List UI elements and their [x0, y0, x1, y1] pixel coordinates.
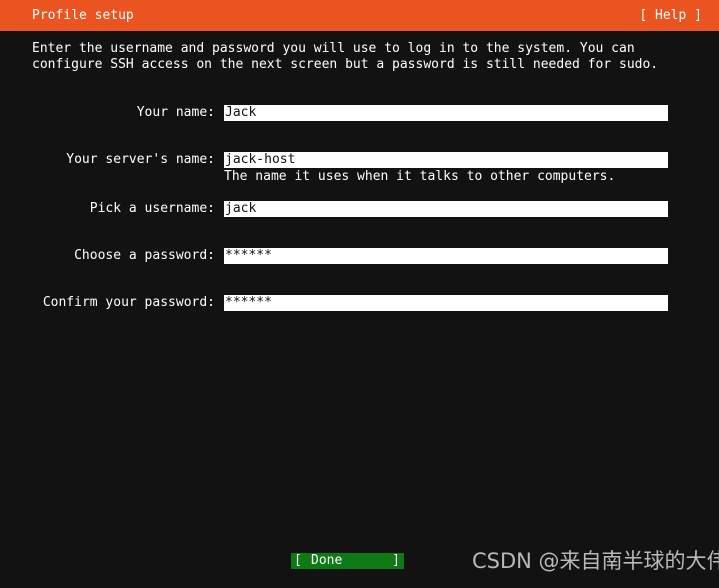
- confirm-password-value: ******: [225, 295, 272, 310]
- main-content: Enter the username and password you will…: [0, 31, 719, 588]
- server-name-value: jack-host: [225, 152, 296, 167]
- field-label-password: Choose a password:: [74, 248, 215, 263]
- password-value: ******: [225, 248, 272, 263]
- field-row-confirm-password: Confirm your password: ******: [0, 295, 719, 311]
- username-input[interactable]: jack: [224, 201, 668, 217]
- your-name-input[interactable]: Jack: [224, 105, 668, 121]
- done-bracket-right: ]: [392, 553, 400, 568]
- username-value: jack: [225, 201, 257, 216]
- done-bracket-left: [: [294, 553, 302, 568]
- field-row-your-name: Your name: Jack: [0, 105, 719, 121]
- field-row-password: Choose a password: ******: [0, 248, 719, 264]
- field-label-server-name: Your server's name:: [66, 152, 215, 167]
- done-button[interactable]: [ Done ]: [291, 553, 404, 569]
- page-title: Profile setup: [32, 8, 134, 23]
- server-name-hint: The name it uses when it talks to other …: [224, 169, 616, 184]
- field-label-username: Pick a username:: [89, 201, 215, 216]
- watermark-text: CSDN @来自南半球的大伟: [472, 549, 719, 573]
- field-row-username: Pick a username: jack: [0, 201, 719, 217]
- installer-screen: Profile setup [ Help ] Enter the usernam…: [0, 0, 719, 588]
- password-input[interactable]: ******: [224, 248, 668, 264]
- help-button[interactable]: [ Help ]: [639, 8, 702, 24]
- field-label-your-name: Your name:: [136, 105, 215, 120]
- server-name-input[interactable]: jack-host: [224, 152, 668, 168]
- confirm-password-input[interactable]: ******: [224, 295, 668, 311]
- field-label-confirm-password: Confirm your password:: [42, 295, 215, 310]
- header-bar: Profile setup [ Help ]: [0, 0, 719, 31]
- your-name-value: Jack: [225, 105, 257, 120]
- intro-text: Enter the username and password you will…: [32, 41, 659, 72]
- done-button-label: Done: [311, 553, 343, 568]
- field-row-server-name: Your server's name: jack-host: [0, 152, 719, 168]
